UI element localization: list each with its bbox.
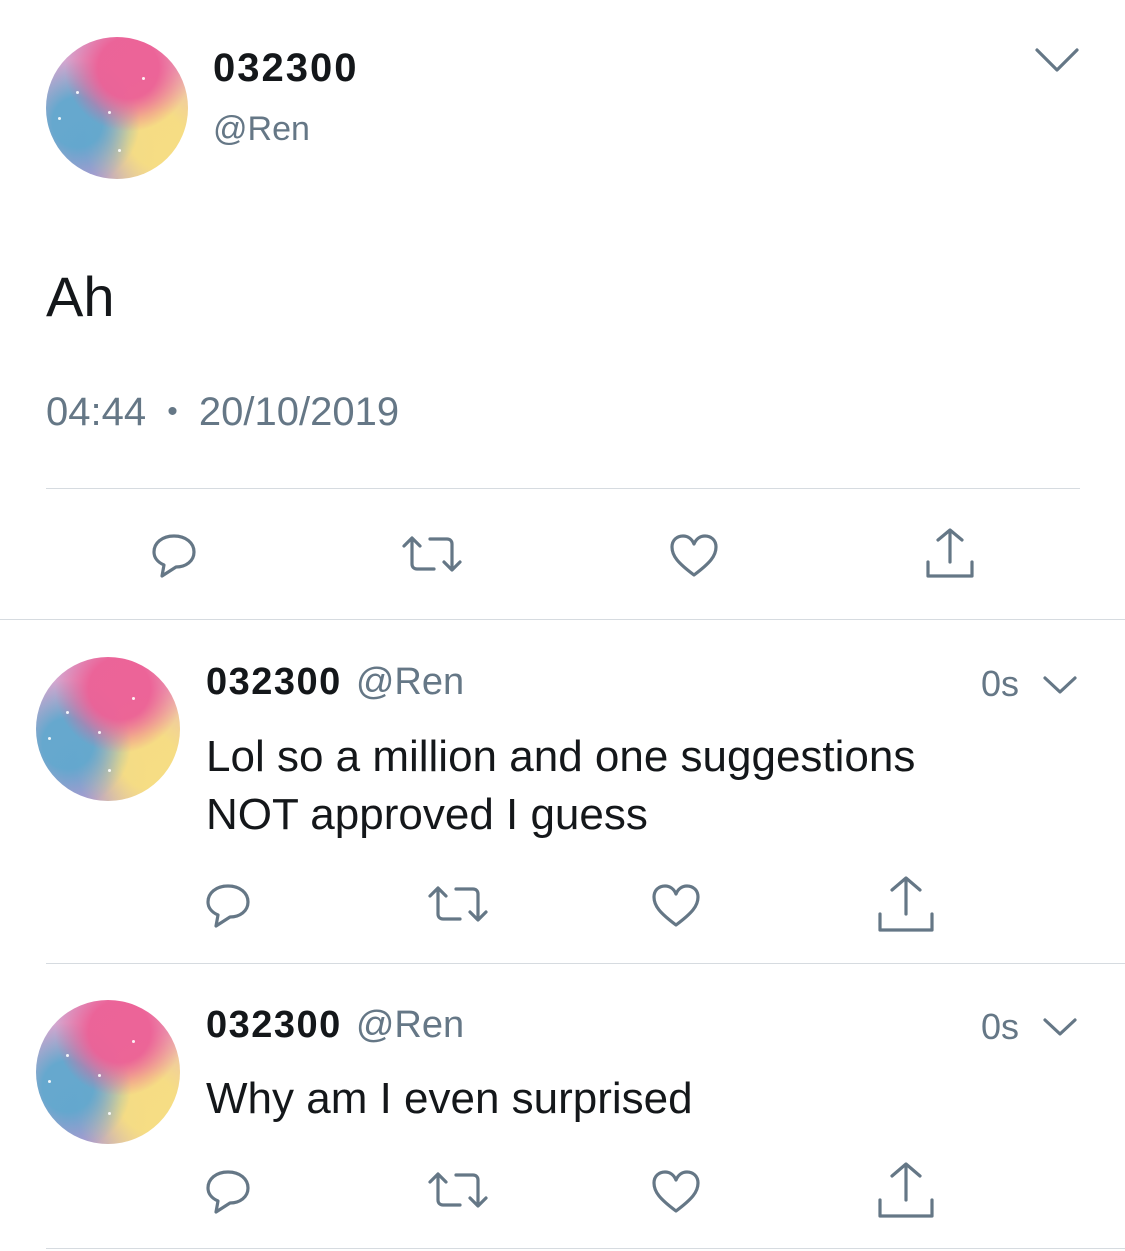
- display-name[interactable]: 032300: [206, 661, 342, 703]
- reply-icon[interactable]: [148, 530, 200, 578]
- avatar[interactable]: [46, 37, 188, 179]
- user-handle[interactable]: @Ren: [356, 661, 464, 703]
- tweet-text: Lol so a million and one suggestions NOT…: [206, 728, 1086, 844]
- tweet-header: 032300 @Ren: [206, 1004, 464, 1047]
- avatar[interactable]: [36, 1000, 180, 1144]
- reply-icon[interactable]: [202, 880, 254, 928]
- tweet-time-ago: 0s: [981, 1006, 1020, 1047]
- share-icon[interactable]: [922, 526, 978, 580]
- reply-icon[interactable]: [202, 1166, 254, 1214]
- tweet-time-ago: 0s: [981, 663, 1020, 704]
- avatar[interactable]: [36, 657, 180, 801]
- share-icon[interactable]: [874, 874, 938, 934]
- tweet-header: 032300 @Ren: [206, 661, 464, 704]
- chevron-down-icon[interactable]: [1033, 44, 1081, 74]
- display-name[interactable]: 032300: [206, 1004, 342, 1046]
- like-icon[interactable]: [650, 882, 702, 928]
- tweet-text: Why am I even surprised: [206, 1070, 1086, 1128]
- divider: [46, 488, 1080, 489]
- separator: •: [167, 395, 178, 428]
- user-handle[interactable]: @Ren: [356, 1004, 464, 1046]
- divider: [46, 963, 1125, 964]
- tweet-text-line: NOT approved I guess: [206, 790, 648, 839]
- retweet-icon[interactable]: [400, 532, 464, 576]
- user-handle[interactable]: @Ren: [213, 110, 310, 149]
- tweet-text-line: Lol so a million and one suggestions: [206, 732, 916, 781]
- like-icon[interactable]: [668, 532, 720, 578]
- chevron-down-icon[interactable]: [1042, 674, 1078, 696]
- retweet-icon[interactable]: [426, 1168, 490, 1212]
- divider: [0, 619, 1125, 620]
- chevron-down-icon[interactable]: [1042, 1016, 1078, 1038]
- display-name[interactable]: 032300: [213, 46, 358, 91]
- like-icon[interactable]: [650, 1168, 702, 1214]
- divider: [46, 1248, 1125, 1249]
- tweet-text-line: Why am I even surprised: [206, 1074, 693, 1123]
- tweet-timestamp: 04:44 • 20/10/2019: [46, 390, 399, 435]
- tweet-time: 04:44: [46, 390, 147, 434]
- tweet-date: 20/10/2019: [198, 390, 400, 434]
- retweet-icon[interactable]: [426, 882, 490, 926]
- share-icon[interactable]: [874, 1160, 938, 1220]
- tweet-text: Ah: [46, 265, 115, 328]
